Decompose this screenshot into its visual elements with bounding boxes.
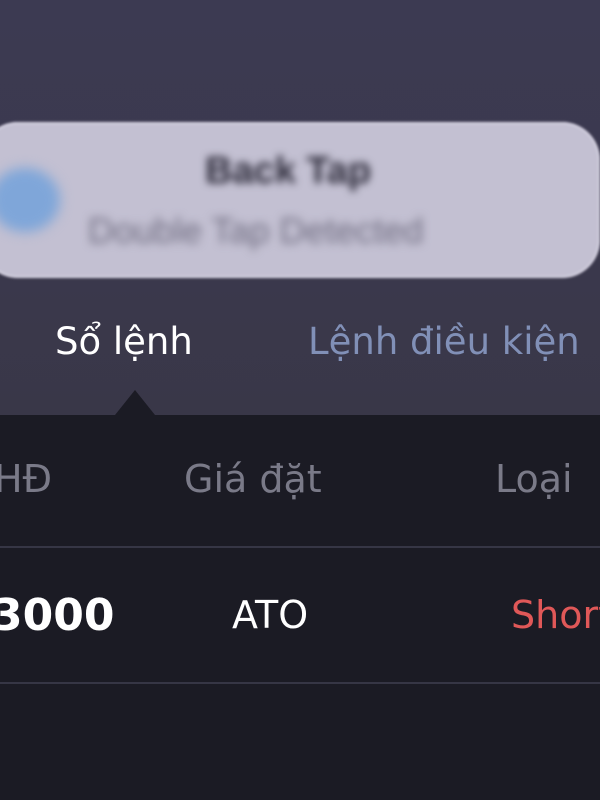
column-header-order-price: Giá đặt bbox=[184, 457, 322, 501]
back-tap-notification[interactable] bbox=[0, 122, 600, 278]
row-contracts-value[interactable]: 3000 bbox=[0, 590, 114, 641]
tab-order-book[interactable]: Sổ lệnh bbox=[55, 320, 193, 363]
tab-conditional-orders[interactable]: Lệnh điều kiện bbox=[308, 320, 580, 363]
row-type-value[interactable]: Short bbox=[511, 593, 600, 637]
row-order-price-value[interactable]: ATO bbox=[232, 593, 308, 637]
notification-subtitle: Double Tap Detected bbox=[88, 210, 424, 251]
column-header-contracts: HĐ bbox=[0, 457, 53, 501]
table-divider bbox=[0, 546, 600, 548]
active-tab-indicator bbox=[115, 390, 155, 415]
app-screen: Back Tap Double Tap Detected Sổ lệnh Lện… bbox=[0, 0, 600, 800]
notification-title: Back Tap bbox=[205, 150, 372, 192]
table-divider bbox=[0, 682, 600, 684]
column-header-type: Loại bbox=[495, 457, 573, 501]
